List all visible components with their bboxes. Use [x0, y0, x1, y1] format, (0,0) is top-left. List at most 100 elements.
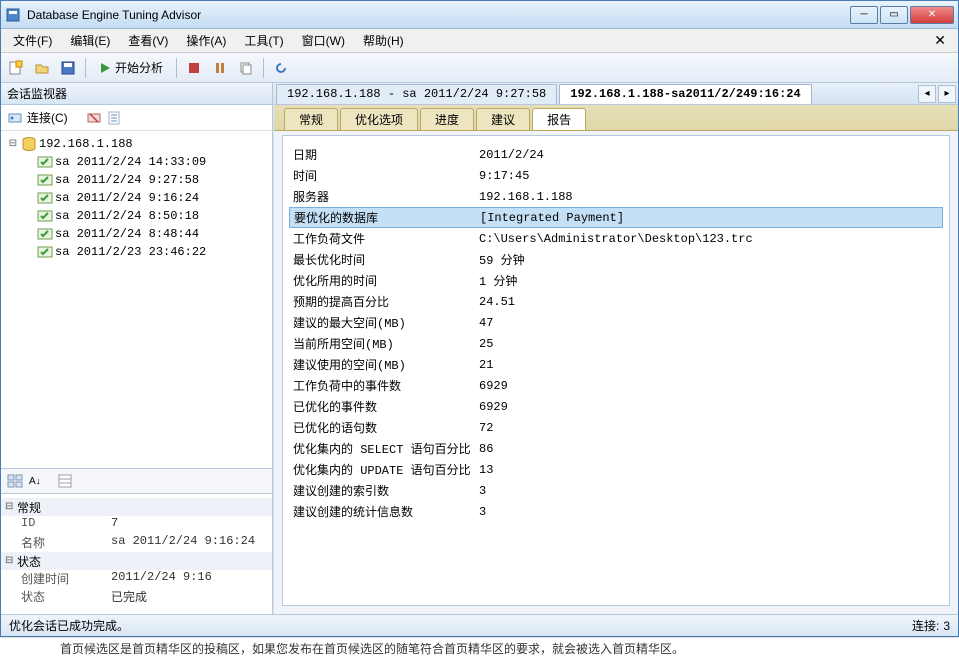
tree-children: sa 2011/2/24 14:33:09 sa 2011/2/24 9:27:…	[3, 153, 270, 261]
report-row[interactable]: 服务器192.168.1.188	[289, 186, 943, 207]
report-row[interactable]: 时间9:17:45	[289, 165, 943, 186]
status-bar: 优化会话已成功完成。 连接: 3	[1, 614, 958, 636]
stop-button[interactable]	[183, 57, 205, 79]
prop-key: 名称	[1, 534, 111, 552]
menu-help[interactable]: 帮助(H)	[355, 30, 412, 51]
menu-view[interactable]: 查看(V)	[120, 30, 176, 51]
categorized-icon[interactable]	[7, 473, 23, 489]
report-key: 建议创建的索引数	[293, 482, 479, 499]
report-panel[interactable]: 日期2011/2/24时间9:17:45服务器192.168.1.188要优化的…	[282, 135, 950, 606]
doc-tab-active[interactable]: 192.168.1.188-sa2011/2/249:16:24	[559, 84, 811, 104]
sub-tabs: 常规 优化选项 进度 建议 报告	[274, 105, 958, 131]
doc-tab-nav: ◂ ▸	[918, 85, 956, 103]
prop-row-name[interactable]: 名称sa 2011/2/24 9:16:24	[1, 534, 272, 552]
connect-toolbar: 连接(C)	[1, 105, 272, 131]
menu-file[interactable]: 文件(F)	[5, 30, 60, 51]
props-category-general[interactable]: ⊟常规	[1, 498, 272, 516]
session-tree[interactable]: ⊟ 192.168.1.188 sa 2011/2/24 14:33:09 sa…	[1, 131, 272, 468]
props-category-label: 常规	[17, 499, 41, 516]
close-button[interactable]: ✕	[910, 6, 954, 24]
properties-grid[interactable]: ⊟常规 ID7 名称sa 2011/2/24 9:16:24 ⊟状态 创建时间2…	[1, 494, 272, 614]
conn-label: 连接:	[912, 617, 939, 634]
new-session-button[interactable]	[5, 57, 27, 79]
doc-tab[interactable]: 192.168.1.188 - sa 2011/2/24 9:27:58	[276, 84, 557, 104]
report-value: 2011/2/24	[479, 148, 939, 162]
tree-session-node[interactable]: sa 2011/2/23 23:46:22	[31, 243, 270, 261]
alphabetical-icon[interactable]: A↓	[27, 476, 43, 487]
subtab-general[interactable]: 常规	[284, 108, 338, 130]
tree-session-node[interactable]: sa 2011/2/24 9:27:58	[31, 171, 270, 189]
report-row[interactable]: 工作负荷文件C:\Users\Administrator\Desktop\123…	[289, 228, 943, 249]
scroll-right-button[interactable]: ▸	[938, 85, 956, 103]
menu-tools[interactable]: 工具(T)	[236, 30, 291, 51]
report-row[interactable]: 建议创建的索引数3	[289, 480, 943, 501]
tree-session-node[interactable]: sa 2011/2/24 8:50:18	[31, 207, 270, 225]
open-button[interactable]	[31, 57, 53, 79]
report-key: 当前所用空间(MB)	[293, 335, 479, 352]
copy-button[interactable]	[235, 57, 257, 79]
report-row[interactable]: 要优化的数据库[Integrated Payment]	[289, 207, 943, 228]
report-row[interactable]: 工作负荷中的事件数6929	[289, 375, 943, 396]
subtab-report[interactable]: 报告	[532, 108, 586, 130]
document-tabs: 192.168.1.188 - sa 2011/2/24 9:27:58 192…	[274, 83, 958, 105]
start-analysis-button[interactable]: 开始分析	[92, 57, 170, 79]
collapse-icon[interactable]: ⊟	[7, 138, 19, 150]
report-row[interactable]: 建议使用的空间(MB)21	[289, 354, 943, 375]
report-value: 9:17:45	[479, 169, 939, 183]
subtab-recommend[interactable]: 建议	[476, 108, 530, 130]
report-row[interactable]: 日期2011/2/24	[289, 144, 943, 165]
window-title: Database Engine Tuning Advisor	[25, 8, 850, 22]
props-pages-icon[interactable]	[57, 473, 73, 489]
refresh-tree-icon[interactable]	[106, 110, 122, 126]
session-ok-icon	[37, 208, 53, 224]
mdi-close-button[interactable]: ✕	[926, 32, 954, 49]
body: 会话监视器 连接(C) ⊟ 192.168.1.188 sa 2011/2/24…	[1, 83, 958, 614]
report-row[interactable]: 预期的提高百分比24.51	[289, 291, 943, 312]
prop-row-state[interactable]: 状态已完成	[1, 588, 272, 606]
refresh-button[interactable]	[270, 57, 292, 79]
report-value: 24.51	[479, 295, 939, 309]
report-key: 预期的提高百分比	[293, 293, 479, 310]
pause-button[interactable]	[209, 57, 231, 79]
report-row[interactable]: 当前所用空间(MB)25	[289, 333, 943, 354]
session-ok-icon	[37, 190, 53, 206]
connect-label[interactable]: 连接(C)	[27, 109, 68, 126]
report-row[interactable]: 已优化的语句数72	[289, 417, 943, 438]
prop-row-ctime[interactable]: 创建时间2011/2/24 9:16	[1, 570, 272, 588]
menu-edit[interactable]: 编辑(E)	[62, 30, 118, 51]
scroll-left-button[interactable]: ◂	[918, 85, 936, 103]
tree-session-label: sa 2011/2/23 23:46:22	[55, 245, 206, 259]
report-value: 72	[479, 421, 939, 435]
tree-session-node[interactable]: sa 2011/2/24 9:16:24	[31, 189, 270, 207]
report-value: [Integrated Payment]	[480, 211, 938, 225]
report-key: 已优化的事件数	[293, 398, 479, 415]
report-row[interactable]: 已优化的事件数6929	[289, 396, 943, 417]
report-row[interactable]: 优化集内的 SELECT 语句百分比86	[289, 438, 943, 459]
tree-server-label: 192.168.1.188	[39, 137, 133, 151]
prop-key: 状态	[1, 588, 111, 606]
report-key: 建议的最大空间(MB)	[293, 314, 479, 331]
report-row[interactable]: 优化所用的时间1 分钟	[289, 270, 943, 291]
minimize-button[interactable]: ─	[850, 6, 878, 24]
report-row[interactable]: 最长优化时间59 分钟	[289, 249, 943, 270]
prop-value: 2011/2/24 9:16	[111, 570, 272, 588]
start-analysis-label: 开始分析	[115, 59, 163, 76]
menu-action[interactable]: 操作(A)	[178, 30, 234, 51]
tree-session-node[interactable]: sa 2011/2/24 14:33:09	[31, 153, 270, 171]
menu-window[interactable]: 窗口(W)	[294, 30, 353, 51]
tree-session-node[interactable]: sa 2011/2/24 8:48:44	[31, 225, 270, 243]
title-bar: Database Engine Tuning Advisor ─ ▭ ✕	[1, 1, 958, 29]
subtab-options[interactable]: 优化选项	[340, 108, 418, 130]
connect-icon[interactable]	[7, 110, 23, 126]
report-row[interactable]: 优化集内的 UPDATE 语句百分比13	[289, 459, 943, 480]
prop-row-id[interactable]: ID7	[1, 516, 272, 534]
subtab-progress[interactable]: 进度	[420, 108, 474, 130]
props-category-state[interactable]: ⊟状态	[1, 552, 272, 570]
report-row[interactable]: 建议创建的统计信息数3	[289, 501, 943, 522]
window-controls: ─ ▭ ✕	[850, 6, 954, 24]
maximize-button[interactable]: ▭	[880, 6, 908, 24]
disconnect-icon[interactable]	[86, 110, 102, 126]
report-row[interactable]: 建议的最大空间(MB)47	[289, 312, 943, 333]
save-button[interactable]	[57, 57, 79, 79]
tree-server-node[interactable]: ⊟ 192.168.1.188	[3, 135, 270, 153]
